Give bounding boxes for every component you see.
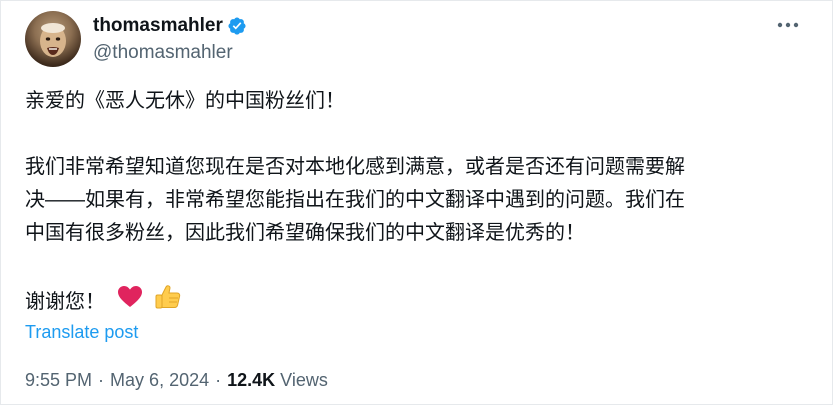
red-heart-icon — [117, 285, 143, 320]
display-name[interactable]: thomasmahler — [93, 15, 223, 37]
views-count[interactable]: 12.4K — [227, 370, 275, 391]
tweet-header: thomasmahler @thomasmahler — [25, 11, 247, 67]
verified-badge-icon — [227, 16, 247, 36]
more-horizontal-icon — [777, 22, 799, 28]
translate-post-link[interactable]: Translate post — [25, 322, 138, 343]
post-time[interactable]: 9:55 PM — [25, 370, 92, 391]
thanks-text: 谢谢您！ — [25, 290, 105, 313]
tweet-line-body-2: 决——如果有，非常希望您能指出在我们的中文翻译中遇到的问题。我们在 — [25, 189, 685, 211]
meta-separator: · — [98, 370, 105, 390]
post-date[interactable]: May 6, 2024 — [110, 370, 209, 391]
user-handle[interactable]: @thomasmahler — [93, 42, 247, 64]
tweet-card: thomasmahler @thomasmahler 亲爱的《恶人无休》的中国粉… — [0, 0, 833, 405]
tweet-line-thanks: 谢谢您！ — [25, 283, 815, 322]
more-options-button[interactable] — [774, 15, 802, 35]
tweet-line-greeting: 亲爱的《恶人无休》的中国粉丝们！ — [25, 90, 345, 112]
display-name-row: thomasmahler — [93, 14, 247, 38]
avatar[interactable] — [25, 11, 81, 67]
thumbs-up-icon — [154, 283, 182, 322]
tweet-text: 亲爱的《恶人无休》的中国粉丝们！ 我们非常希望知道您现在是否对本地化感到满意，或… — [25, 85, 815, 322]
tweet-meta: 9:55 PM · May 6, 2024 · 12.4K Views — [25, 370, 328, 391]
user-names: thomasmahler @thomasmahler — [93, 14, 247, 64]
avatar-portrait-icon — [40, 23, 66, 57]
tweet-line-body-3: 中国有很多粉丝，因此我们希望确保我们的中文翻译是优秀的！ — [25, 222, 585, 244]
tweet-line-body-1: 我们非常希望知道您现在是否对本地化感到满意，或者是否还有问题需要解 — [25, 156, 685, 178]
meta-separator: · — [215, 370, 222, 390]
views-label[interactable]: Views — [280, 370, 328, 391]
